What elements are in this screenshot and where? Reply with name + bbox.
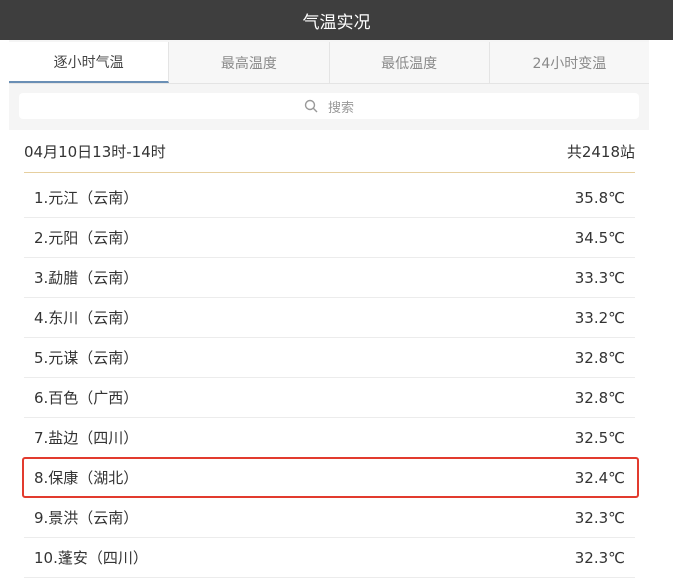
page-title: 气温实况 [302,12,371,33]
station-name: 10.蓬安（四川） [34,549,148,567]
station-temperature: 32.8℃ [574,348,625,367]
list-item[interactable]: 3.勐腊（云南） 33.3℃ [24,258,635,298]
station-temperature: 33.2℃ [574,308,625,327]
list-item[interactable]: 9.景洪（云南） 32.3℃ [24,498,635,538]
tab-24h-change[interactable]: 24小时变温 [490,42,649,83]
station-temperature: 32.3℃ [574,508,625,527]
page-header: 气温实况 [0,0,673,40]
station-name: 9.景洪（云南） [34,509,139,527]
station-temperature: 32.4℃ [574,468,625,487]
tab-bar: 逐小时气温 最高温度 最低温度 24小时变温 [9,42,649,84]
search-icon [304,99,318,113]
station-list: 04月10日13时-14时 共2418站 1.元江（云南） 35.8℃ 2.元阳… [9,130,649,588]
station-count: 共2418站 [566,142,635,161]
station-name: 4.东川（云南） [34,309,139,327]
tab-max-temperature[interactable]: 最高温度 [169,42,330,83]
station-name: 3.勐腊（云南） [34,269,139,287]
temperature-panel: 逐小时气温 最高温度 最低温度 24小时变温 搜索 04月10日13时-14时 … [9,40,649,588]
list-item[interactable]: 5.元谋（云南） 32.8℃ [24,338,635,378]
station-name: 6.百色（广西） [34,389,139,407]
list-item-highlighted[interactable]: 8.保康（湖北） 32.4℃ [24,458,635,498]
list-summary: 04月10日13时-14时 共2418站 [24,130,635,173]
station-temperature: 33.3℃ [574,268,625,287]
station-temperature: 32.5℃ [574,428,625,447]
time-range: 04月10日13时-14时 [24,142,166,161]
station-temperature: 32.8℃ [574,388,625,407]
list-item[interactable]: 10.蓬安（四川） 32.3℃ [24,538,635,578]
station-name: 1.元江（云南） [34,189,139,207]
tab-hourly-temperature[interactable]: 逐小时气温 [9,42,170,83]
station-temperature: 32.3℃ [574,548,625,567]
station-name: 8.保康（湖北） [34,469,139,487]
list-item[interactable]: 6.百色（广西） 32.8℃ [24,378,635,418]
station-temperature: 35.8℃ [574,188,625,207]
list-item[interactable]: 4.东川（云南） 33.2℃ [24,298,635,338]
list-item[interactable]: 7.盐边（四川） 32.5℃ [24,418,635,458]
station-name: 2.元阳（云南） [34,229,139,247]
search-placeholder: 搜索 [327,100,354,116]
station-name: 7.盐边（四川） [34,429,139,447]
station-temperature: 34.5℃ [574,228,625,247]
search-input[interactable]: 搜索 [19,93,639,119]
station-name: 5.元谋（云南） [34,349,139,367]
list-item[interactable]: 1.元江（云南） 35.8℃ [24,178,635,218]
tab-min-temperature[interactable]: 最低温度 [330,42,490,83]
list-item[interactable]: 2.元阳（云南） 34.5℃ [24,218,635,258]
